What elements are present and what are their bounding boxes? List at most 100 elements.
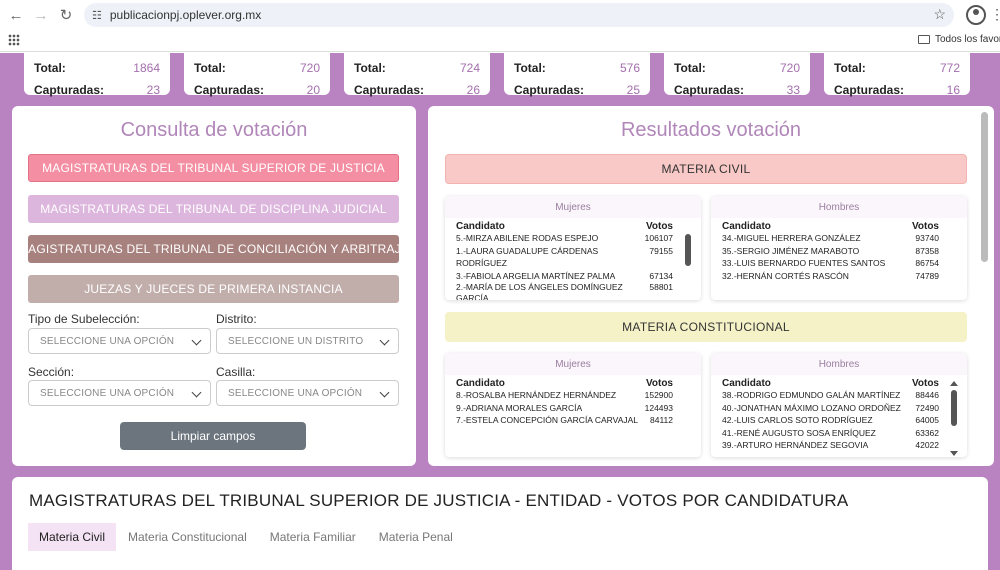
table-row: 7.-ESTELA CONCEPCIÓN GARCÍA CARVAJAL 8411…: [445, 414, 701, 427]
table-row: 35.-SERGIO JIMÉNEZ MARABOTO 87358: [711, 245, 967, 258]
table-row: 41.-RENÉ AUGUSTO SOSA ENRÍQUEZ 63362: [711, 427, 967, 440]
votes-by-candidate-section: MAGISTRATURAS DEL TRIBUNAL SUPERIOR DE J…: [12, 477, 988, 570]
chevron-down-icon: [191, 335, 202, 346]
tab-materia-penal[interactable]: Materia Penal: [368, 523, 464, 551]
bookmark-star-icon[interactable]: ☆: [933, 6, 946, 23]
casilla-label: Casilla:: [216, 365, 256, 379]
candidate-name: 40.-JONATHAN MÁXIMO LOZANO ORDOÑEZ: [722, 402, 901, 413]
civil-hombres-card: Hombres Candidato Votos 34.-MIGUEL HERRER…: [711, 196, 967, 300]
resultados-title: Resultados votación: [620, 119, 802, 141]
stat-total-value: 1864: [133, 61, 160, 75]
scroll-down-arrow-icon[interactable]: [950, 451, 958, 456]
tipo-subeleccion-select[interactable]: SELECCIONE UNA OPCIÓN: [28, 328, 211, 354]
col-votos: Votos: [645, 378, 673, 389]
stat-captured-label: Capturadas:: [194, 83, 265, 97]
card-header: Hombres: [711, 196, 967, 218]
candidate-votes: 63362: [915, 427, 939, 438]
resultados-panel: Resultados votación MATERIA CIVIL Mujere…: [428, 106, 994, 466]
col-candidato: Candidato: [456, 378, 505, 389]
tab-materia-civil[interactable]: Materia Civil: [28, 523, 117, 551]
back-arrow-icon[interactable]: ←: [3, 2, 29, 28]
section-title: MAGISTRATURAS DEL TRIBUNAL SUPERIOR DE J…: [29, 491, 849, 510]
materia-tabs: Materia Civil Materia Constitucional Mat…: [28, 523, 465, 551]
candidate-name: 34.-MIGUEL HERRERA GONZÁLEZ: [722, 233, 861, 243]
table-row: 32.-HERNÁN CORTÉS RASCÓN 74789: [711, 270, 967, 283]
stat-card: Total: 576 Capturadas: 25: [504, 53, 650, 97]
civil-mujeres-card: Mujeres Candidato Votos 5.-MIRZA ABILENE …: [445, 196, 701, 300]
col-candidato: Candidato: [456, 221, 505, 232]
menu-dots-icon[interactable]: ⋮: [990, 6, 1000, 23]
tab-materia-constitucional[interactable]: Materia Constitucional: [117, 523, 258, 551]
stat-total-label: Total:: [674, 61, 706, 75]
superior-justicia-button[interactable]: MAGISTRATURAS DEL TRIBUNAL SUPERIOR DE J…: [28, 154, 399, 182]
candidate-name: 33.-LUIS BERNARDO FUENTES SANTOS: [722, 258, 886, 268]
stat-captured-label: Capturadas:: [354, 83, 425, 97]
stat-total-label: Total:: [354, 61, 386, 75]
scroll-up-arrow-icon[interactable]: [950, 381, 958, 386]
stat-total-label: Total:: [834, 61, 866, 75]
candidate-votes: 79155: [649, 245, 673, 256]
card-scrollbar[interactable]: [685, 234, 691, 266]
candidate-votes: 86754: [915, 258, 939, 268]
address-bar[interactable]: ☷ publicacionpj.oplever.org.mx ☆: [84, 3, 954, 27]
distrito-select[interactable]: SELECCIONE UN DISTRITO: [216, 328, 399, 354]
materia-constitucional-bar[interactable]: MATERIA CONSTITUCIONAL: [445, 312, 967, 342]
candidate-name: 9.-ADRIANA MORALES GARCÍA: [456, 402, 583, 413]
chevron-down-icon: [191, 387, 202, 398]
chevron-down-icon: [379, 387, 390, 398]
candidate-name: 39.-ARTURO HERNÁNDEZ SEGOVIA: [722, 440, 869, 450]
candidate-votes: 84112: [649, 415, 673, 425]
bookmark-all-favorites[interactable]: Todos los favoritos: [918, 34, 1000, 45]
stat-captured-value: 33: [786, 83, 800, 97]
candidate-name: 2.-MARÍA DE LOS ÁNGELES DOMÍNGUEZ GARCÍA: [456, 282, 623, 300]
clear-fields-button[interactable]: Limpiar campos: [120, 422, 306, 450]
stat-card: Total: 724 Capturadas: 26: [344, 53, 490, 97]
stat-total-value: 576: [619, 61, 640, 75]
stat-total-value: 772: [939, 61, 960, 75]
candidate-votes: 64005: [915, 415, 939, 425]
materia-civil-bar[interactable]: MATERIA CIVIL: [445, 154, 967, 184]
card-header: Hombres: [711, 353, 967, 375]
table-row: 2.-MARÍA DE LOS ÁNGELES DOMÍNGUEZ GARCÍA…: [445, 282, 701, 300]
juezas-jueces-button[interactable]: JUEZAS Y JUECES DE PRIMERA INSTANCIA: [28, 275, 399, 303]
stat-total-label: Total:: [194, 61, 226, 75]
forward-arrow-icon[interactable]: →: [28, 2, 54, 28]
stat-card: Total: 772 Capturadas: 16: [824, 53, 970, 97]
candidate-votes: 106107: [644, 233, 673, 243]
candidate-votes: 42022: [915, 440, 939, 450]
candidate-name: 41.-RENÉ AUGUSTO SOSA ENRÍQUEZ: [722, 427, 876, 438]
card-scrollbar[interactable]: [951, 390, 957, 426]
disciplina-judicial-button[interactable]: MAGISTRATURAS DEL TRIBUNAL DE DISCIPLINA…: [28, 195, 399, 223]
stat-captured-label: Capturadas:: [34, 83, 105, 97]
reload-icon[interactable]: ↻: [53, 2, 79, 28]
bookmark-label: Todos los favoritos: [935, 34, 1000, 45]
constitucional-hombres-card: Hombres Candidato Votos 38.-RODRIGO EDMUN…: [711, 353, 967, 457]
casilla-select[interactable]: SELECCIONE UNA OPCIÓN: [216, 380, 399, 406]
stat-total-label: Total:: [514, 61, 546, 75]
consulta-title: Consulta de votación: [120, 119, 308, 141]
site-settings-icon[interactable]: ☷: [92, 9, 102, 22]
col-candidato: Candidato: [722, 378, 771, 389]
conciliacion-arbitraje-button[interactable]: MAGISTRATURAS DEL TRIBUNAL DE CONCILIACI…: [18, 235, 409, 263]
candidate-name: 1.-LAURA GUADALUPE CÁRDENAS RODRÍGUEZ: [456, 245, 599, 269]
stat-captured-value: 16: [946, 83, 960, 97]
results-scrollbar[interactable]: [981, 112, 988, 262]
stat-card: Total: 720 Capturadas: 33: [664, 53, 810, 97]
table-row: 34.-MIGUEL HERRERA GONZÁLEZ 93740: [711, 232, 967, 245]
stat-captured-label: Capturadas:: [834, 83, 905, 97]
candidate-votes: 87358: [915, 245, 939, 256]
url-text: publicacionpj.oplever.org.mx: [109, 8, 262, 22]
casilla-value: SELECCIONE UNA OPCIÓN: [228, 387, 363, 399]
stat-captured-label: Capturadas:: [674, 83, 745, 97]
candidate-name: 35.-SERGIO JIMÉNEZ MARABOTO: [722, 245, 860, 256]
stat-card: Total: 1864 Capturadas: 23: [24, 53, 170, 97]
table-row: 33.-LUIS BERNARDO FUENTES SANTOS 86754: [711, 257, 967, 270]
profile-avatar-icon[interactable]: [966, 5, 986, 25]
tab-materia-familiar[interactable]: Materia Familiar: [259, 523, 367, 551]
seccion-select[interactable]: SELECCIONE UNA OPCIÓN: [28, 380, 211, 406]
seccion-label: Sección:: [28, 365, 75, 379]
candidate-votes: 152900: [644, 390, 673, 400]
apps-grid-icon[interactable]: [8, 34, 20, 46]
col-votos: Votos: [911, 221, 939, 232]
stat-total-label: Total:: [34, 61, 66, 75]
